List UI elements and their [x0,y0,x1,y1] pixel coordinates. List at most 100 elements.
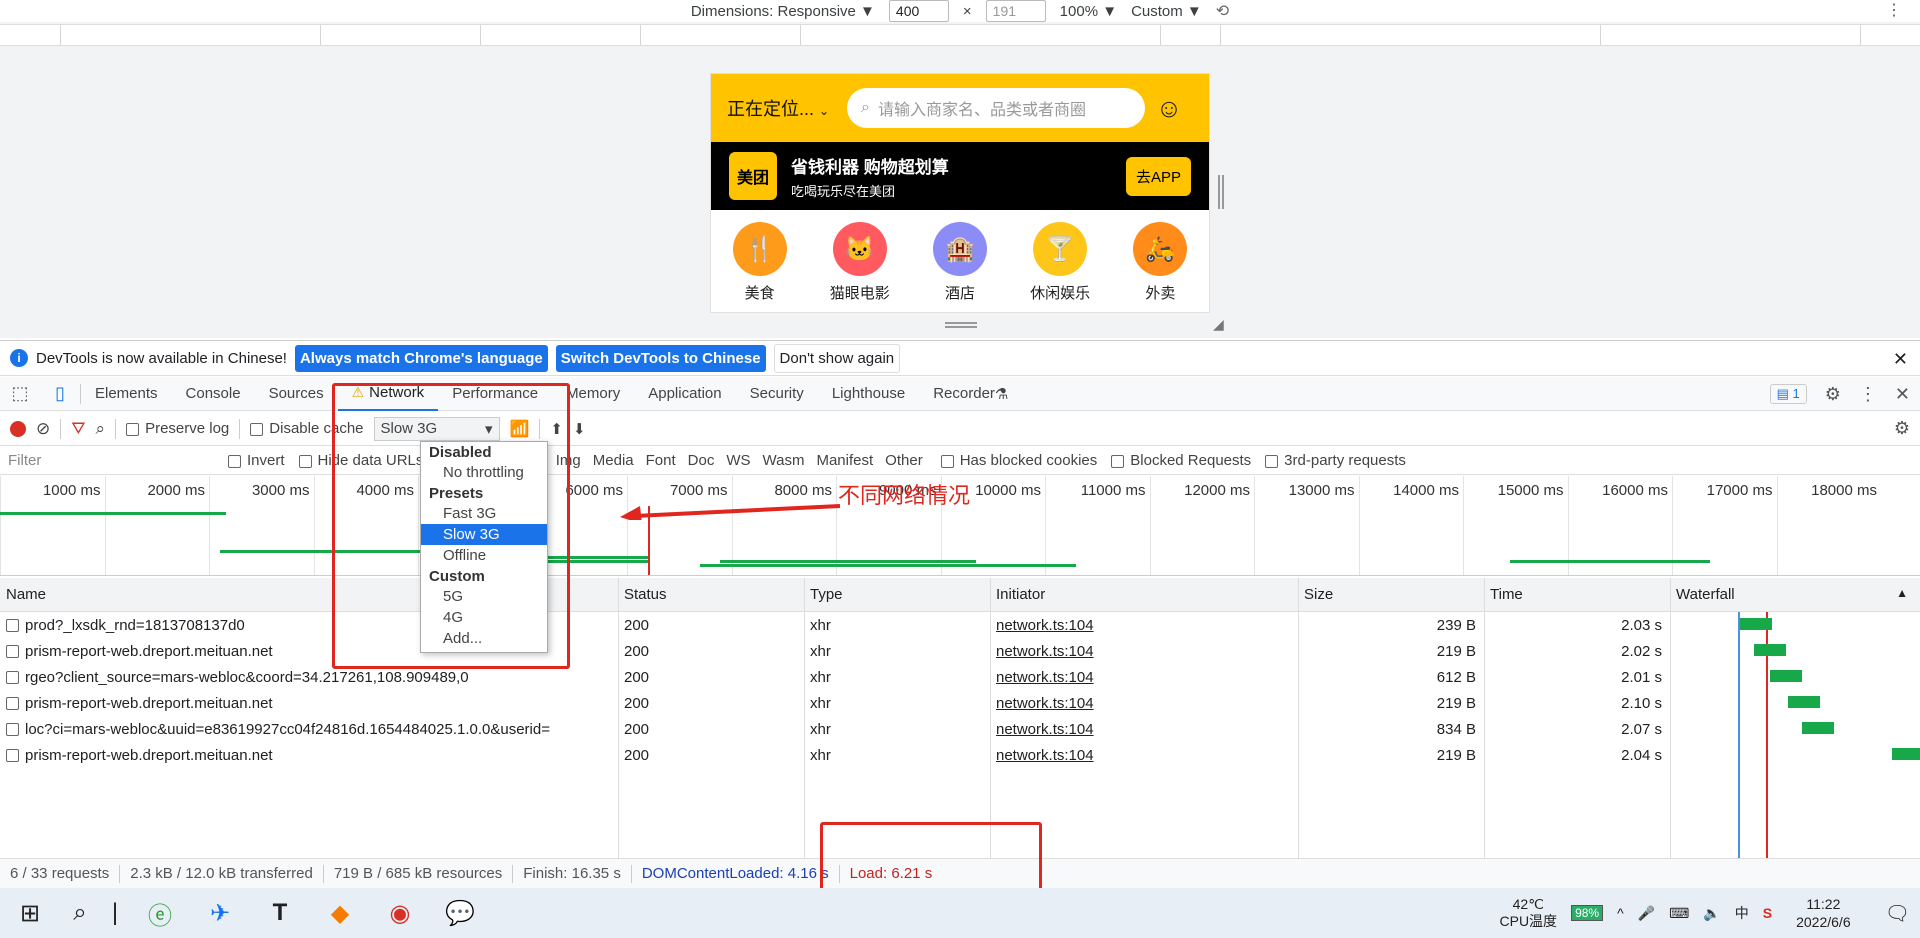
col-type[interactable]: Type [804,578,990,611]
rotate-icon[interactable]: ⟲ [1216,1,1229,21]
resize-handle-bottom[interactable] [945,322,977,328]
ie-browser-icon[interactable]: ⓔ [130,888,190,938]
cell-initiator[interactable]: network.ts:104 [990,690,1298,716]
resize-handle-side[interactable] [1218,175,1224,209]
filter-type-manifest[interactable]: Manifest [816,452,873,469]
table-row[interactable]: rgeo?client_source=mars-webloc&coord=34.… [0,664,1920,690]
open-app-button[interactable]: 去APP [1125,156,1191,196]
filter-type-ws[interactable]: WS [726,452,750,469]
typora-icon[interactable]: T [250,888,310,938]
system-tray: 42℃ CPU温度 98% ^ 🎤 ⌨ 🔈 中 S 11:22 2022/6/6… [1500,888,1911,938]
dont-show-button[interactable]: Don't show again [773,343,901,373]
size-value: 219 B [1436,746,1476,764]
tab-lighthouse[interactable]: Lighthouse [818,377,919,411]
ime-icon[interactable]: 中 [1735,903,1749,923]
blocked-requests-checkbox[interactable]: Blocked Requests [1111,452,1251,469]
table-row[interactable]: prism-report-web.dreport.meituan.net 200 x… [0,690,1920,716]
divider [60,418,62,439]
tab-elements[interactable]: Elements [81,377,172,411]
col-waterfall[interactable]: Waterfall [1670,578,1920,611]
tab-label: Security [749,385,804,402]
filter-input[interactable]: Filter [4,449,214,472]
clock[interactable]: 11:22 2022/6/6 [1796,895,1851,931]
filter-type-other[interactable]: Other [885,452,923,469]
cell-type: xhr [804,742,990,768]
cell-initiator[interactable]: network.ts:104 [990,716,1298,742]
dimensions-select[interactable]: Dimensions: Responsive ▼ [691,3,875,20]
category-item[interactable]: 🍴 美食 [732,222,787,303]
col-initiator[interactable]: Initiator [990,578,1298,611]
height-input[interactable]: 191 [985,0,1046,22]
preserve-log-checkbox[interactable]: Preserve log [126,420,229,437]
tab-recorder[interactable]: Recorder ⚗ [919,377,1022,411]
user-icon[interactable]: ☺ [1145,93,1193,124]
device-toggle-icon[interactable]: ▯ [40,377,80,411]
table-row[interactable]: prism-report-web.dreport.meituan.net 200 x… [0,742,1920,768]
cell-initiator[interactable]: network.ts:104 [990,638,1298,664]
category-item[interactable]: 🍸 休闲娱乐 [1030,222,1090,303]
close-devtools-icon[interactable]: ✕ [1895,384,1910,405]
category-item[interactable]: 🏨 酒店 [932,222,987,303]
tab-sources[interactable]: Sources [255,377,338,411]
sublime-icon[interactable]: ◆ [310,888,370,938]
invert-checkbox[interactable]: Invert [228,452,285,469]
cell-initiator[interactable]: network.ts:104 [990,612,1298,638]
network-settings-icon[interactable]: ⚙ [1894,418,1910,439]
more-icon[interactable]: ⋮ [1859,384,1877,405]
chevron-up-icon[interactable]: ^ [1617,905,1624,921]
filter-type-media[interactable]: Media [593,452,634,469]
table-row[interactable]: prism-report-web.dreport.meituan.net 200 x… [0,638,1920,664]
category-item[interactable]: 🛵 外卖 [1133,222,1188,303]
volume-icon[interactable]: 🔈 [1703,905,1720,922]
filter-type-font[interactable]: Font [646,452,676,469]
tab-security[interactable]: Security [736,377,818,411]
record-icon[interactable] [10,420,26,437]
inspect-element-icon[interactable]: ⬚ [0,377,40,411]
filter-bar: Filter Invert Hide data URLs JSCSSImgMed… [0,447,1920,475]
category-item[interactable]: 🐱 猫眼电影 [830,222,890,303]
filter-type-wasm[interactable]: Wasm [763,452,805,469]
col-status[interactable]: Status [618,578,804,611]
resize-corner-icon[interactable]: ◢ [1213,316,1229,332]
keyboard-icon[interactable]: ⌨ [1669,905,1689,922]
location-selector[interactable]: 正在定位... ⌄ [727,95,847,121]
sogou-icon[interactable]: S [1763,905,1772,921]
zoom-select[interactable]: 100% ▼ [1060,3,1117,20]
search-box[interactable]: ⌕ 请输入商家名、品类或者商圈 [847,88,1145,128]
switch-chinese-button[interactable]: Switch DevTools to Chinese [555,344,766,372]
cell-initiator[interactable]: network.ts:104 [990,664,1298,690]
feishu-icon[interactable]: ✈ [190,888,250,938]
name-value: loc?ci=mars-webloc&uuid=e83619927cc04f24… [25,720,550,738]
col-divider [1298,578,1299,858]
clear-icon[interactable]: ⊘ [36,419,50,439]
tab-application[interactable]: Application [634,377,735,411]
filter-icon[interactable]: ⛛ [71,419,85,439]
table-row[interactable]: prod?_lxsdk_rnd=1813708137d0 200 xhr networ… [0,612,1920,638]
filter-type-doc[interactable]: Doc [688,452,715,469]
sort-up-icon[interactable]: ▲ [1896,586,1908,600]
cell-initiator[interactable]: network.ts:104 [990,742,1298,768]
close-icon[interactable]: ✕ [1893,349,1908,370]
third-party-checkbox[interactable]: 3rd-party requests [1265,452,1406,469]
col-time[interactable]: Time [1484,578,1670,611]
settings-icon[interactable]: ⚙ [1825,384,1841,405]
blocked-cookies-checkbox[interactable]: Has blocked cookies [940,452,1097,469]
more-options-icon[interactable]: ⋮ [1886,0,1902,20]
microphone-icon[interactable]: 🎤 [1638,905,1655,922]
search-icon[interactable]: ⌕ [96,419,106,439]
chrome-icon[interactable]: ◉ [370,888,430,938]
notification-icon[interactable]: 🗨 [1885,901,1910,926]
timeline-tick: 18000 ms [1776,476,1882,575]
battery-icon[interactable]: 98% [1571,905,1604,921]
throttle-select[interactable]: Custom ▼ [1131,3,1202,20]
export-har-icon[interactable]: ⬇ [573,420,586,438]
match-language-button[interactable]: Always match Chrome's language [294,344,548,372]
search-icon[interactable]: ⌕ [60,888,100,938]
table-row[interactable]: loc?ci=mars-webloc&uuid=e83619927cc04f24… [0,716,1920,742]
tab-console[interactable]: Console [172,377,255,411]
wechat-icon[interactable]: 💬 [430,888,490,938]
windows-start-icon[interactable]: ⊞ [0,888,60,938]
width-input[interactable]: 400 [888,0,949,22]
issues-badge[interactable]: ▤ 1 [1769,384,1807,404]
col-size[interactable]: Size [1298,578,1484,611]
